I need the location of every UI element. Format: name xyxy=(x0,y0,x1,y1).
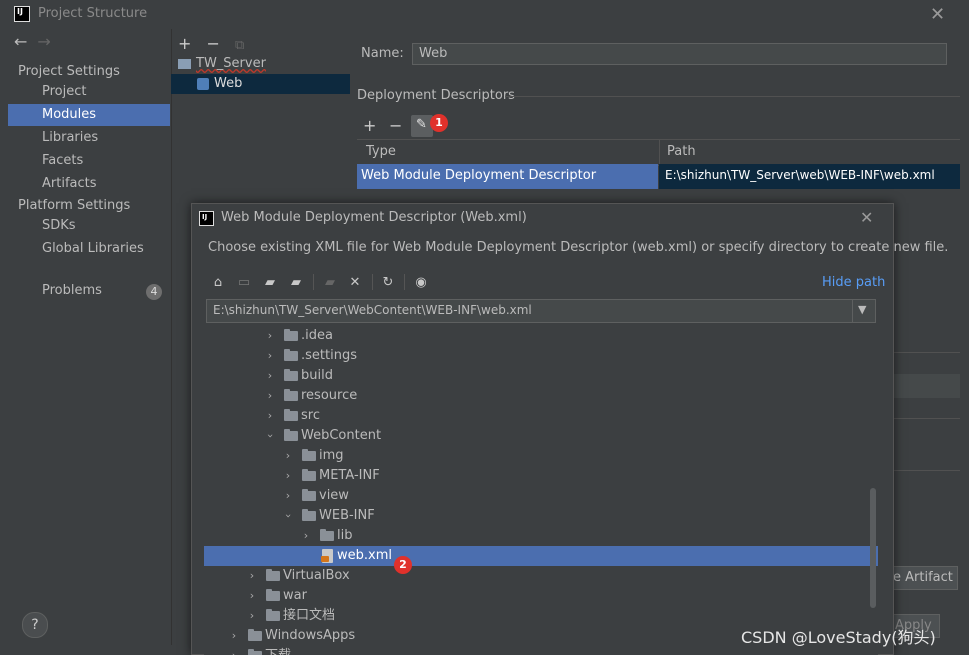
descriptor-path-cell: E:\shizhun\TW_Server\web\WEB-INF\web.xml xyxy=(665,168,935,182)
dropdown-arrow-icon[interactable]: ▼ xyxy=(858,303,866,316)
tree-item[interactable]: › VirtualBox xyxy=(204,566,878,586)
sidebar-item-artifacts[interactable]: Artifacts xyxy=(8,173,170,195)
sidebar-item-global-libraries[interactable]: Global Libraries xyxy=(8,238,170,260)
project-name: TW_Server xyxy=(196,56,266,71)
add-descriptor-icon[interactable]: + xyxy=(363,116,376,135)
sidebar-item-sdks[interactable]: SDKs xyxy=(8,215,170,237)
descriptor-type-cell: Web Module Deployment Descriptor xyxy=(361,168,597,183)
path-value: E:\shizhun\TW_Server\WebContent\WEB-INF\… xyxy=(213,303,532,317)
hide-path-link[interactable]: Hide path xyxy=(822,275,885,290)
section-divider xyxy=(505,96,960,97)
sidebar-section-project-settings: Project Settings xyxy=(18,64,120,79)
delete-icon[interactable]: ✕ xyxy=(346,275,364,290)
module-toolbar: + − ⧉ xyxy=(178,34,244,53)
dialog-description: Choose existing XML file for Web Module … xyxy=(208,240,949,255)
sidebar-item-libraries[interactable]: Libraries xyxy=(8,127,170,149)
tree-item[interactable]: › war xyxy=(204,586,878,606)
tree-item[interactable]: › lib xyxy=(204,526,878,546)
column-path[interactable]: Path xyxy=(667,144,696,159)
window-title: Project Structure xyxy=(38,6,148,21)
tree-scrollbar[interactable] xyxy=(870,488,876,608)
module-tree-project[interactable]: TW_Server xyxy=(171,54,350,74)
problems-count-badge: 4 xyxy=(146,284,162,300)
remove-icon[interactable]: − xyxy=(207,34,220,53)
tree-item[interactable]: › .idea xyxy=(204,326,878,346)
tree-item[interactable]: › 接口文档 xyxy=(204,606,878,626)
sidebar-item-modules[interactable]: Modules xyxy=(8,104,170,126)
module-name: Web xyxy=(214,76,243,91)
close-window-icon[interactable]: ✕ xyxy=(930,4,945,25)
watermark: CSDN @LoveStady(狗头) xyxy=(741,628,936,647)
step-marker-1: 1 xyxy=(430,114,448,132)
tree-item[interactable]: › resource xyxy=(204,386,878,406)
new-folder-icon[interactable]: ▰ xyxy=(321,275,339,290)
module-folder-icon xyxy=(178,59,191,69)
nav-arrows: ← → xyxy=(14,32,51,51)
tree-item[interactable]: › view xyxy=(204,486,878,506)
intellij-logo-icon: IJ xyxy=(14,6,30,22)
tree-item-web-xml[interactable]: web.xml xyxy=(204,546,878,566)
project-folder-icon[interactable]: ▰ xyxy=(261,275,279,290)
desktop-icon[interactable]: ▭ xyxy=(235,275,253,290)
dialog-logo-icon: IJ xyxy=(199,211,214,226)
descriptor-row[interactable]: Web Module Deployment Descriptor E:\shiz… xyxy=(357,164,960,189)
module-tree-web[interactable]: Web xyxy=(171,74,350,94)
dialog-close-icon[interactable]: ✕ xyxy=(860,208,873,227)
pencil-icon: ✎ xyxy=(416,117,427,132)
help-button[interactable]: ? xyxy=(22,612,48,638)
xml-file-icon xyxy=(321,549,333,563)
show-hidden-icon[interactable]: ◉ xyxy=(412,275,430,290)
web-module-icon xyxy=(197,78,209,90)
tree-item[interactable]: › WebContent xyxy=(204,426,878,446)
sidebar-item-project[interactable]: Project xyxy=(8,81,170,103)
column-type[interactable]: Type xyxy=(366,144,396,159)
dialog-title: Web Module Deployment Descriptor (Web.xm… xyxy=(221,210,527,225)
sidebar-section-platform-settings: Platform Settings xyxy=(18,198,131,213)
tree-item[interactable]: › img xyxy=(204,446,878,466)
remove-descriptor-icon[interactable]: − xyxy=(389,116,402,135)
name-label: Name: xyxy=(361,46,404,61)
home-icon[interactable]: ⌂ xyxy=(209,275,227,290)
back-arrow-icon[interactable]: ← xyxy=(14,32,27,51)
tree-item[interactable]: › src xyxy=(204,406,878,426)
sidebar-item-facets[interactable]: Facets xyxy=(8,150,170,172)
module-folder-icon[interactable]: ▰ xyxy=(287,275,305,290)
step-marker-2: 2 xyxy=(394,556,412,574)
file-tree: › .idea › .settings › build › resource ›… xyxy=(204,326,878,655)
forward-arrow-icon[interactable]: → xyxy=(37,32,50,51)
path-field[interactable]: E:\shizhun\TW_Server\WebContent\WEB-INF\… xyxy=(206,299,876,323)
tree-item[interactable]: › build xyxy=(204,366,878,386)
tree-item[interactable]: › META-INF xyxy=(204,466,878,486)
deployment-descriptors-header: Deployment Descriptors xyxy=(357,88,515,103)
tree-item[interactable]: › .settings xyxy=(204,346,878,366)
copy-icon[interactable]: ⧉ xyxy=(235,38,244,53)
name-field[interactable]: Web xyxy=(412,43,947,65)
refresh-icon[interactable]: ↻ xyxy=(379,275,397,290)
add-icon[interactable]: + xyxy=(178,34,191,53)
tree-item[interactable]: › WEB-INF xyxy=(204,506,878,526)
